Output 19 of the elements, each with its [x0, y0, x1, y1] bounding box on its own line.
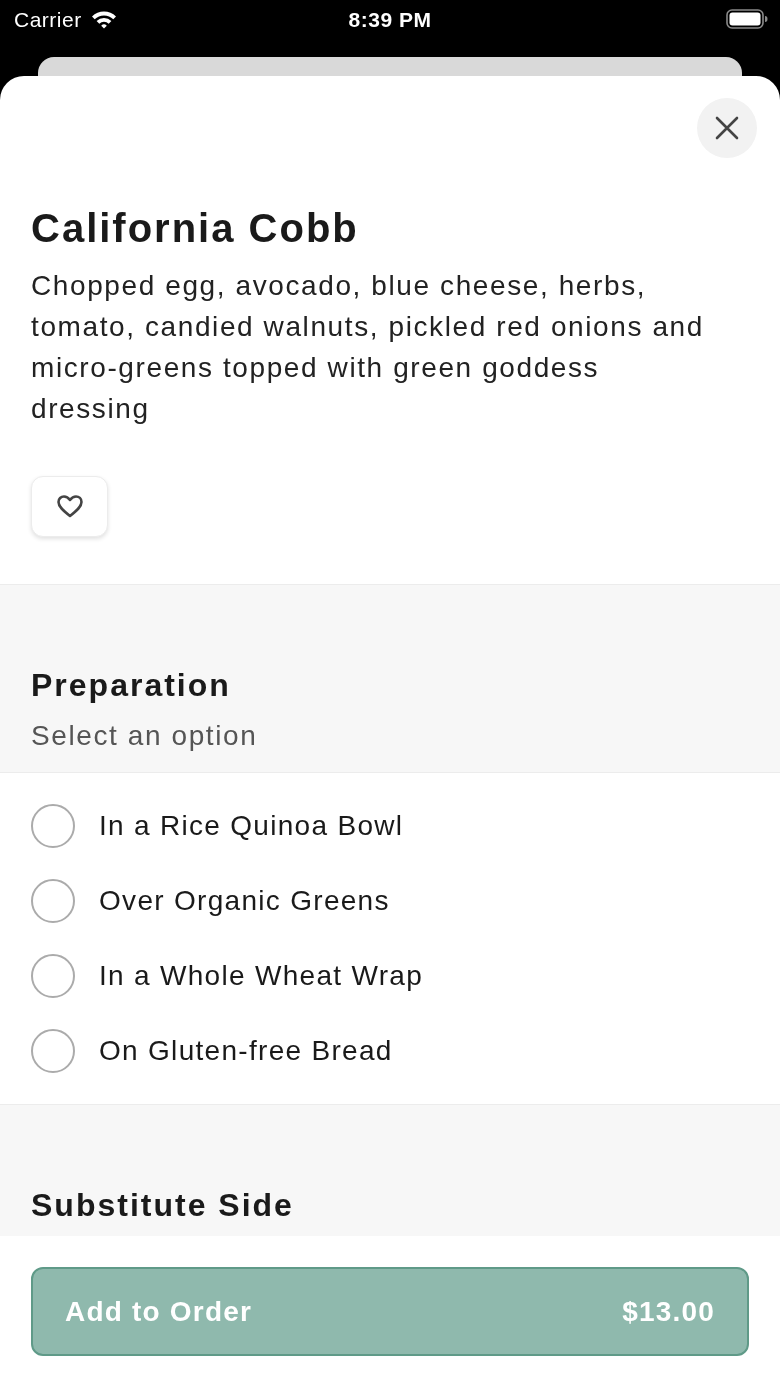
battery-icon	[726, 9, 768, 29]
radio-button[interactable]	[31, 1028, 75, 1073]
radio-button[interactable]	[31, 953, 75, 998]
option-label: In a Whole Wheat Wrap	[99, 958, 424, 993]
close-icon	[715, 116, 739, 140]
option-label: In a Rice Quinoa Bowl	[99, 808, 404, 843]
favorite-button[interactable]	[31, 476, 108, 537]
section-title: Preparation	[31, 666, 231, 705]
radio-button[interactable]	[31, 878, 75, 923]
item-title: California Cobb	[31, 205, 359, 252]
section-subtitle: Select an option	[31, 719, 258, 753]
item-description: Chopped egg, avocado, blue cheese, herbs, tomato, candied walnuts, pickled red onions and micro-greens topped with green goddess dressing	[31, 269, 705, 426]
carrier-name: Carrier	[14, 7, 82, 33]
option-label: On Gluten-free Bread	[99, 1033, 393, 1068]
section-title: Substitute Side	[31, 1186, 294, 1225]
wifi-icon	[90, 10, 117, 29]
radio-button[interactable]	[31, 803, 75, 848]
clock-time: 8:39 PM	[348, 7, 432, 33]
option-label: Over Organic Greens	[99, 883, 390, 918]
